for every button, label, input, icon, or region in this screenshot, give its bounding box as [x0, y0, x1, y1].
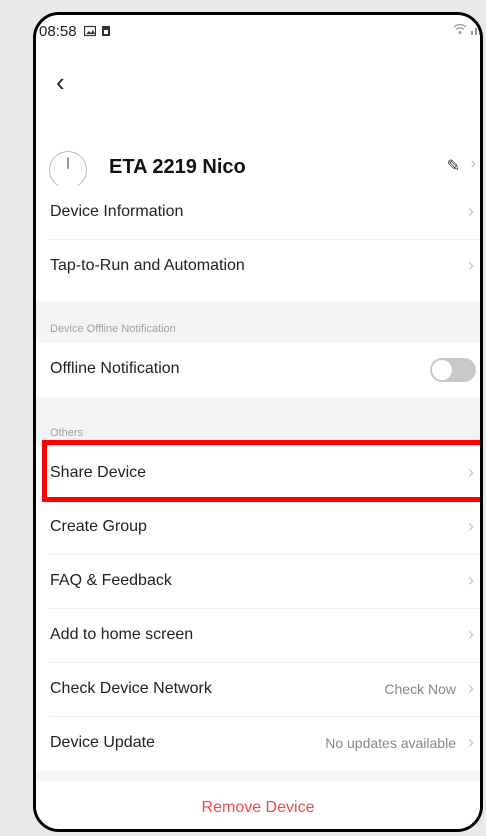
chevron-right-icon: ›: [468, 255, 474, 275]
row-label: Share Device: [50, 464, 147, 481]
row-check-network[interactable]: Check Device Network Check Now ›: [36, 663, 480, 717]
back-icon[interactable]: ‹: [56, 69, 65, 95]
status-time: 08:58: [39, 23, 77, 40]
chevron-right-icon: ›: [468, 678, 474, 698]
row-create-group[interactable]: Create Group ›: [36, 501, 480, 555]
section-title-others: Others: [50, 427, 84, 439]
chevron-right-icon: ›: [468, 570, 474, 590]
edit-icon[interactable]: ✎: [447, 156, 460, 176]
row-label: Offline Notification: [50, 360, 180, 377]
row-faq-feedback[interactable]: FAQ & Feedback ›: [36, 555, 480, 609]
phone-frame: 08:58 ‹ ETA 2219 Nico ✎ › Device Informa…: [33, 12, 483, 832]
chevron-right-icon: ›: [468, 516, 474, 536]
row-label: Device Update: [50, 734, 155, 751]
row-label: Tap-to-Run and Automation: [50, 257, 245, 274]
row-label: Device Information: [50, 203, 184, 220]
row-add-home-screen[interactable]: Add to home screen ›: [36, 609, 480, 663]
row-device-information[interactable]: Device Information ›: [36, 186, 480, 240]
row-label: FAQ & Feedback: [50, 572, 172, 589]
row-share-device[interactable]: Share Device ›: [36, 447, 480, 501]
row-value: No updates available: [325, 735, 456, 751]
device-name: ETA 2219 Nico: [109, 156, 246, 178]
chevron-right-icon: ›: [468, 201, 474, 221]
sim-icon: [102, 26, 110, 36]
offline-notification-toggle[interactable]: [430, 358, 476, 382]
image-icon: [84, 25, 96, 37]
device-avatar: [49, 151, 87, 189]
chevron-right-icon: ›: [468, 624, 474, 644]
row-label: Add to home screen: [50, 626, 194, 643]
row-label: Check Device Network: [50, 680, 212, 697]
row-device-update[interactable]: Device Update No updates available ›: [36, 717, 480, 771]
row-tap-to-run[interactable]: Tap-to-Run and Automation ›: [36, 240, 480, 294]
status-bar: 08:58: [36, 15, 480, 51]
chevron-right-icon: ›: [468, 462, 474, 482]
remove-device-button[interactable]: Remove Device: [36, 781, 480, 829]
row-value: Check Now: [384, 681, 456, 697]
chevron-right-icon: ›: [468, 732, 474, 752]
wifi-icon: [453, 23, 467, 34]
row-offline-notification: Offline Notification: [36, 343, 480, 397]
signal-icon: [471, 24, 480, 35]
chevron-right-icon[interactable]: ›: [471, 155, 476, 173]
remove-device-label: Remove Device: [201, 799, 315, 816]
row-label: Create Group: [50, 518, 147, 535]
section-title-offline: Device Offline Notification: [50, 323, 176, 335]
